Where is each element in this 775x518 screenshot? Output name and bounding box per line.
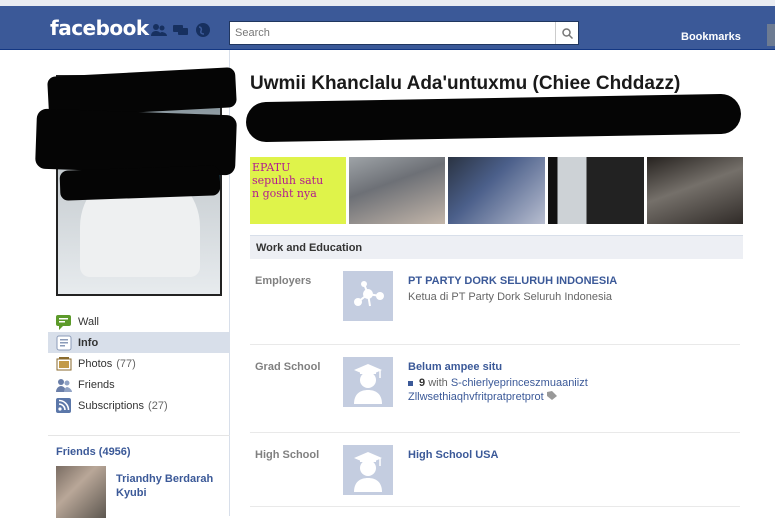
photo-thumbnail[interactable]	[349, 157, 446, 224]
employers-row: Employers PT PARTY DORK SELURUH INDONESI…	[250, 271, 740, 345]
top-bar: facebook Bookmarks	[0, 0, 775, 50]
nav-label: Friends	[78, 378, 115, 391]
friend-item[interactable]: Triandhy Berdarah Kyubi	[56, 466, 226, 518]
friends-heading[interactable]: Friends (4956)	[48, 435, 230, 458]
photos-count: (77)	[116, 357, 136, 370]
nav-item-friends[interactable]: Friends	[48, 374, 230, 395]
left-column: Wall Info Photos (77) Friends Subscripti…	[0, 50, 237, 518]
photo-thumbnail[interactable]: EPATU sepuluh satu n gosht nya	[250, 157, 347, 224]
row-label: Employers	[255, 275, 312, 287]
photo-caption: EPATU sepuluh satu n gosht nya	[252, 161, 324, 200]
info-icon	[56, 335, 72, 351]
wall-icon	[56, 314, 72, 330]
friend-avatar[interactable]	[56, 466, 106, 518]
notifications-globe-icon[interactable]	[195, 22, 211, 38]
nav-label: Wall	[78, 315, 99, 328]
profile-name: Uwmii Khanclalu Ada'untuxmu (Chiee Chdda…	[250, 73, 681, 94]
friend-name[interactable]: Triandhy Berdarah Kyubi	[116, 472, 216, 500]
redaction-mark	[245, 93, 742, 143]
nav-item-wall[interactable]: Wall	[48, 311, 230, 332]
photo-thumbnail[interactable]	[646, 157, 744, 224]
nav-item-photos[interactable]: Photos (77)	[48, 353, 230, 374]
company-icon[interactable]	[343, 271, 393, 321]
friend-requests-icon[interactable]	[151, 22, 167, 38]
classmates-line: 9 with S-chierlyeprinceszmuaaniizt Zllws…	[408, 376, 668, 404]
bookmarks-link[interactable]: Bookmarks	[681, 31, 741, 43]
photos-icon	[56, 356, 72, 372]
notification-jewels	[151, 22, 211, 38]
classmates-count[interactable]: 9	[419, 377, 425, 389]
employer-position: Ketua di PT Party Dork Seluruh Indonesia	[408, 291, 613, 303]
nav-label: Info	[78, 336, 99, 349]
nav-label: Photos	[78, 357, 113, 370]
photo-thumbnail[interactable]	[547, 157, 644, 224]
messages-icon[interactable]	[173, 22, 189, 38]
search-button[interactable]	[555, 22, 578, 44]
school-name[interactable]: High School USA	[408, 449, 498, 461]
bullet-icon	[408, 380, 413, 386]
redaction-mark	[59, 165, 221, 201]
profile-nav: Wall Info Photos (77) Friends Subscripti…	[48, 311, 230, 416]
work-education-heading: Work and Education	[250, 235, 743, 259]
school-icon[interactable]	[343, 445, 393, 495]
row-label: Grad School	[255, 361, 321, 373]
employer-name[interactable]: PT PARTY DORK SELURUH INDONESIA	[408, 275, 617, 287]
school-icon[interactable]	[343, 357, 393, 407]
photo-strip: EPATU sepuluh satu n gosht nya	[250, 157, 744, 224]
tag-icon[interactable]	[546, 391, 558, 403]
rss-icon	[56, 397, 72, 414]
search-icon	[561, 27, 573, 39]
search-box	[229, 21, 579, 45]
nav-label: Subscriptions	[78, 399, 145, 412]
account-avatar[interactable]	[767, 24, 775, 46]
photo-thumbnail[interactable]	[448, 157, 545, 224]
nav-item-info[interactable]: Info	[48, 332, 230, 353]
subscriptions-count: (27)	[148, 399, 168, 412]
row-label: High School	[255, 449, 320, 461]
friends-icon	[56, 377, 72, 393]
grad-school-row: Grad School Belum ampee situ 9 with S-ch…	[250, 357, 740, 433]
school-name[interactable]: Belum ampee situ	[408, 361, 502, 373]
search-input[interactable]	[230, 22, 555, 44]
with-label: with	[428, 377, 448, 389]
nav-item-subscriptions[interactable]: Subscriptions (27)	[48, 395, 230, 416]
facebook-logo[interactable]: facebook	[50, 16, 149, 40]
high-school-row: High School High School USA	[250, 445, 740, 507]
